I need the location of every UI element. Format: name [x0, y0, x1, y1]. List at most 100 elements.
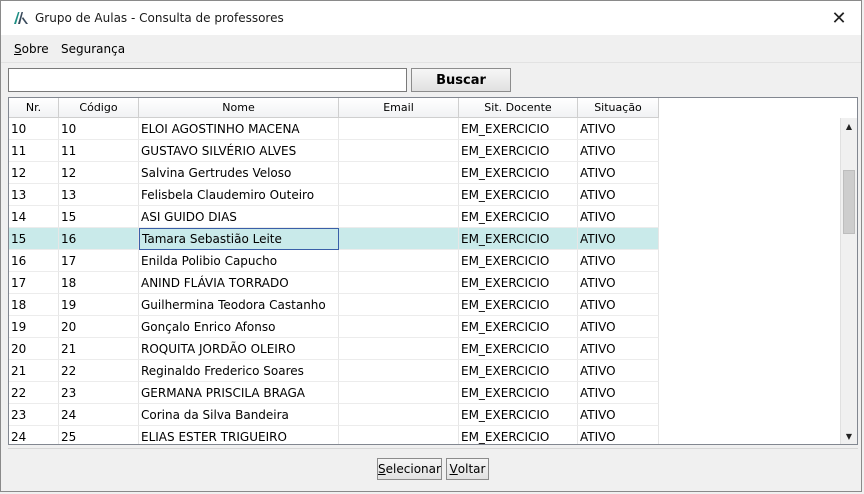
cell-sit-docente[interactable]: EM_EXERCICIO	[459, 294, 578, 316]
table-row[interactable]: 12 12 Salvina Gertrudes Veloso EM_EXERCICIO…	[9, 162, 659, 184]
cell-email[interactable]	[339, 294, 459, 316]
column-header-nome[interactable]: Nome	[139, 98, 339, 118]
search-button[interactable]: Buscar	[411, 68, 511, 92]
cell-situacao[interactable]: ATIVO	[578, 360, 659, 382]
table-row[interactable]: 20 21 ROQUITA JORDÃO OLEIRO EM_EXERCICIO ATI…	[9, 338, 659, 360]
cell-codigo[interactable]: 23	[59, 382, 139, 404]
cell-sit-docente[interactable]: EM_EXERCICIO	[459, 316, 578, 338]
cell-nr[interactable]: 18	[9, 294, 59, 316]
table-row[interactable]: 17 18 ANIND FLÁVIA TORRADO EM_EXERCICIO ATIV…	[9, 272, 659, 294]
cell-codigo[interactable]: 19	[59, 294, 139, 316]
cell-nr[interactable]: 12	[9, 162, 59, 184]
cell-sit-docente[interactable]: EM_EXERCICIO	[459, 228, 578, 250]
cell-codigo[interactable]: 16	[59, 228, 139, 250]
cell-nr[interactable]: 24	[9, 426, 59, 444]
cell-email[interactable]	[339, 184, 459, 206]
cell-nr[interactable]: 14	[9, 206, 59, 228]
close-button[interactable]: ✕	[817, 1, 861, 35]
table-row[interactable]: 21 22 Reginaldo Frederico Soares EM_EXERCIC…	[9, 360, 659, 382]
cell-situacao[interactable]: ATIVO	[578, 382, 659, 404]
column-header-email[interactable]: Email	[339, 98, 459, 118]
scroll-thumb[interactable]	[843, 170, 855, 234]
cell-sit-docente[interactable]: EM_EXERCICIO	[459, 162, 578, 184]
table-row[interactable]: 22 23 GERMANA PRISCILA BRAGA EM_EXERCICIO AT…	[9, 382, 659, 404]
cell-sit-docente[interactable]: EM_EXERCICIO	[459, 272, 578, 294]
cell-email[interactable]	[339, 316, 459, 338]
search-input[interactable]	[8, 68, 407, 92]
cell-nome[interactable]: ROQUITA JORDÃO OLEIRO	[139, 338, 339, 360]
cell-nome[interactable]: Corina da Silva Bandeira	[139, 404, 339, 426]
cell-nome[interactable]: ELOI AGOSTINHO MACENA	[139, 118, 339, 140]
cell-email[interactable]	[339, 250, 459, 272]
cell-codigo[interactable]: 13	[59, 184, 139, 206]
cell-situacao[interactable]: ATIVO	[578, 228, 659, 250]
cell-situacao[interactable]: ATIVO	[578, 404, 659, 426]
cell-email[interactable]	[339, 426, 459, 444]
table-row[interactable]: 14 15 ASI GUIDO DIAS EM_EXERCICIO ATIVO	[9, 206, 659, 228]
cell-nr[interactable]: 21	[9, 360, 59, 382]
cell-sit-docente[interactable]: EM_EXERCICIO	[459, 250, 578, 272]
scroll-down-icon[interactable]: ▼	[841, 428, 857, 444]
cell-situacao[interactable]: ATIVO	[578, 294, 659, 316]
column-header-codigo[interactable]: Código	[59, 98, 139, 118]
cell-codigo[interactable]: 11	[59, 140, 139, 162]
cell-codigo[interactable]: 10	[59, 118, 139, 140]
column-header-nr[interactable]: Nr.	[9, 98, 59, 118]
cell-email[interactable]	[339, 360, 459, 382]
cell-nr[interactable]: 11	[9, 140, 59, 162]
table-row[interactable]: 16 17 Enilda Polibio Capucho EM_EXERCICIO AT…	[9, 250, 659, 272]
cell-codigo[interactable]: 20	[59, 316, 139, 338]
cell-situacao[interactable]: ATIVO	[578, 316, 659, 338]
cell-nr[interactable]: 17	[9, 272, 59, 294]
cell-nr[interactable]: 20	[9, 338, 59, 360]
cell-nr[interactable]: 19	[9, 316, 59, 338]
cell-email[interactable]	[339, 404, 459, 426]
column-header-situacao[interactable]: Situação	[578, 98, 659, 118]
cell-codigo[interactable]: 24	[59, 404, 139, 426]
cell-sit-docente[interactable]: EM_EXERCICIO	[459, 426, 578, 444]
cell-sit-docente[interactable]: EM_EXERCICIO	[459, 118, 578, 140]
cell-codigo[interactable]: 12	[59, 162, 139, 184]
cell-sit-docente[interactable]: EM_EXERCICIO	[459, 338, 578, 360]
cell-situacao[interactable]: ATIVO	[578, 140, 659, 162]
cell-codigo[interactable]: 25	[59, 426, 139, 444]
cell-nome[interactable]: GERMANA PRISCILA BRAGA	[139, 382, 339, 404]
cell-situacao[interactable]: ATIVO	[578, 184, 659, 206]
cell-nome[interactable]: GUSTAVO SILVÉRIO ALVES	[139, 140, 339, 162]
cell-email[interactable]	[339, 206, 459, 228]
cell-situacao[interactable]: ATIVO	[578, 162, 659, 184]
cell-nr[interactable]: 15	[9, 228, 59, 250]
table-row[interactable]: 24 25 ELIAS ESTER TRIGUEIRO EM_EXERCICIO ATI…	[9, 426, 659, 444]
cell-situacao[interactable]: ATIVO	[578, 206, 659, 228]
cell-nome[interactable]: ELIAS ESTER TRIGUEIRO	[139, 426, 339, 444]
cell-nome[interactable]: ANIND FLÁVIA TORRADO	[139, 272, 339, 294]
cell-codigo[interactable]: 15	[59, 206, 139, 228]
table-row[interactable]: 15 16 Tamara Sebastião Leite EM_EXERCICIO AT…	[9, 228, 659, 250]
cell-sit-docente[interactable]: EM_EXERCICIO	[459, 140, 578, 162]
cell-email[interactable]	[339, 140, 459, 162]
menu-item-seguranca[interactable]: Segurança	[61, 42, 125, 56]
table-row[interactable]: 23 24 Corina da Silva Bandeira EM_EXERCICIO…	[9, 404, 659, 426]
cell-nome[interactable]: Tamara Sebastião Leite	[139, 228, 339, 250]
cell-sit-docente[interactable]: EM_EXERCICIO	[459, 184, 578, 206]
cell-nr[interactable]: 13	[9, 184, 59, 206]
cell-email[interactable]	[339, 162, 459, 184]
cell-nr[interactable]: 10	[9, 118, 59, 140]
cell-nome[interactable]: ASI GUIDO DIAS	[139, 206, 339, 228]
cell-codigo[interactable]: 18	[59, 272, 139, 294]
menu-item-sobre[interactable]: Sobre	[14, 42, 49, 56]
table-row[interactable]: 19 20 Gonçalo Enrico Afonso EM_EXERCICIO ATI…	[9, 316, 659, 338]
cell-nome[interactable]: Salvina Gertrudes Veloso	[139, 162, 339, 184]
cell-situacao[interactable]: ATIVO	[578, 250, 659, 272]
cell-sit-docente[interactable]: EM_EXERCICIO	[459, 404, 578, 426]
cell-nome[interactable]: Gonçalo Enrico Afonso	[139, 316, 339, 338]
cell-nome[interactable]: Reginaldo Frederico Soares	[139, 360, 339, 382]
cell-nome[interactable]: Felisbela Claudemiro Outeiro	[139, 184, 339, 206]
cell-sit-docente[interactable]: EM_EXERCICIO	[459, 206, 578, 228]
cell-email[interactable]	[339, 338, 459, 360]
table-row[interactable]: 10 10 ELOI AGOSTINHO MACENA EM_EXERCICIO ATI…	[9, 118, 659, 140]
cell-nr[interactable]: 22	[9, 382, 59, 404]
cell-nr[interactable]: 16	[9, 250, 59, 272]
scroll-up-icon[interactable]: ▲	[841, 118, 857, 134]
cell-email[interactable]	[339, 382, 459, 404]
